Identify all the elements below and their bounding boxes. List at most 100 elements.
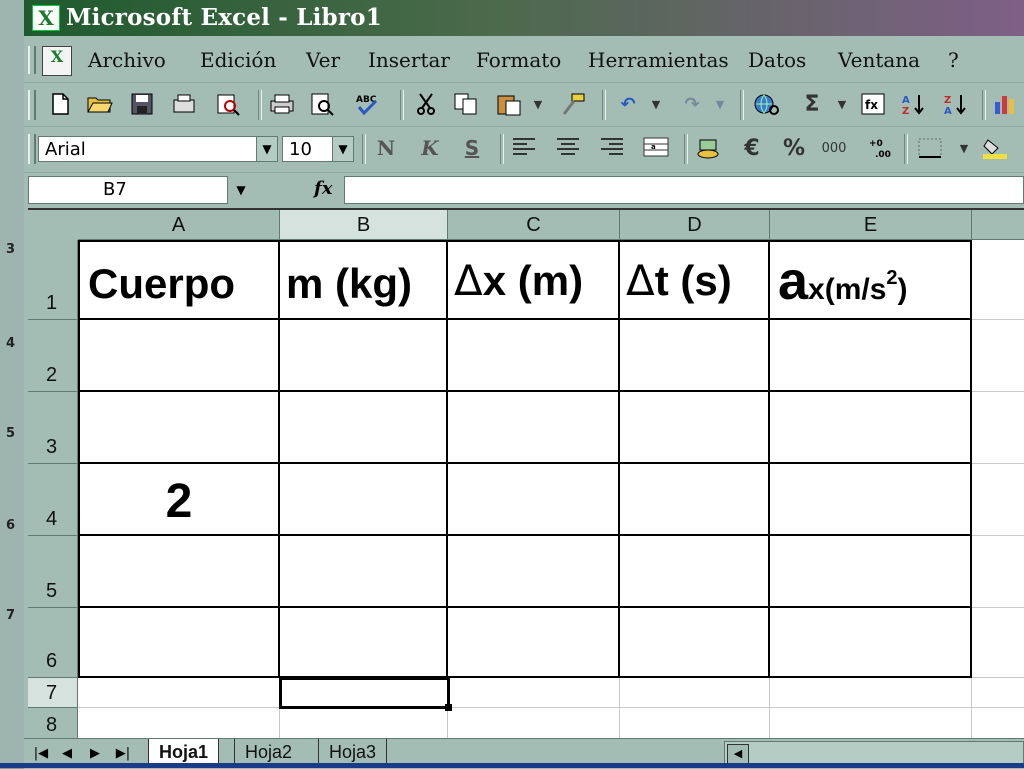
cell-A6[interactable]: [78, 608, 280, 678]
cell-A2[interactable]: [78, 320, 280, 392]
row-header-7[interactable]: 7: [28, 678, 78, 708]
cell-D1[interactable]: Δt (s): [620, 240, 770, 320]
cell-A4[interactable]: 2: [78, 464, 280, 536]
cell-B3[interactable]: [280, 392, 448, 464]
underline-button[interactable]: S: [458, 136, 486, 162]
cell-E3[interactable]: [770, 392, 972, 464]
row-header-6[interactable]: 6: [28, 608, 78, 678]
toolbar-grip[interactable]: [28, 134, 36, 164]
cell-C7[interactable]: [448, 678, 620, 708]
thousands-separator-button[interactable]: 000: [820, 136, 848, 162]
cell-F4[interactable]: [972, 464, 1024, 536]
menu-datos[interactable]: Datos: [748, 48, 806, 72]
horizontal-scrollbar[interactable]: ◀: [724, 741, 1024, 765]
search-icon[interactable]: [214, 92, 242, 118]
borders-icon[interactable]: [916, 136, 944, 162]
borders-dropdown-icon[interactable]: ▼: [950, 136, 978, 162]
font-size-combo[interactable]: 10 ▼: [282, 136, 354, 162]
cell-A1[interactable]: Cuerpo: [78, 240, 280, 320]
cell-C4[interactable]: [448, 464, 620, 536]
cell-E4[interactable]: [770, 464, 972, 536]
font-name-combo[interactable]: Arial ▼: [38, 136, 278, 162]
first-sheet-icon[interactable]: |◀: [30, 743, 52, 765]
cell-E6[interactable]: [770, 608, 972, 678]
sort-ascending-icon[interactable]: AZ: [900, 92, 928, 118]
cell-B6[interactable]: [280, 608, 448, 678]
merge-center-icon[interactable]: a: [642, 136, 670, 162]
cell-C1[interactable]: Δx (m): [448, 240, 620, 320]
row-header-5[interactable]: 5: [28, 536, 78, 608]
paste-icon[interactable]: [496, 92, 524, 118]
autosum-icon[interactable]: Σ: [798, 92, 826, 118]
chevron-down-icon[interactable]: ▼: [256, 137, 277, 161]
cell-C3[interactable]: [448, 392, 620, 464]
title-bar[interactable]: X Microsoft Excel - Libro1: [24, 0, 1024, 36]
align-center-icon[interactable]: [554, 136, 582, 162]
redo-icon[interactable]: ↷: [678, 92, 706, 118]
cell-F5[interactable]: [972, 536, 1024, 608]
cell-F7[interactable]: [972, 678, 1024, 708]
cell-C2[interactable]: [448, 320, 620, 392]
menu-help[interactable]: ?: [948, 48, 959, 72]
cell-A8[interactable]: [78, 708, 280, 740]
insert-function-icon[interactable]: fx: [860, 92, 888, 118]
cell-C6[interactable]: [448, 608, 620, 678]
column-header-a[interactable]: A: [78, 210, 280, 240]
name-box[interactable]: B7 ▼: [28, 176, 246, 204]
cell-B2[interactable]: [280, 320, 448, 392]
cell-D5[interactable]: [620, 536, 770, 608]
row-header-4[interactable]: 4: [28, 464, 78, 536]
undo-dropdown-icon[interactable]: ▼: [642, 92, 670, 118]
excel-icon[interactable]: X: [32, 5, 60, 31]
previous-sheet-icon[interactable]: ◀: [56, 743, 78, 765]
document-icon[interactable]: X: [42, 46, 72, 76]
menu-ventana[interactable]: Ventana: [838, 48, 920, 72]
cell-E7[interactable]: [770, 678, 972, 708]
chevron-down-icon[interactable]: ▼: [332, 137, 353, 161]
cell-D4[interactable]: [620, 464, 770, 536]
menu-ver[interactable]: Ver: [306, 48, 340, 72]
cell-B1[interactable]: m (kg): [280, 240, 448, 320]
tab-hoja2[interactable]: Hoja2: [234, 739, 302, 765]
scroll-left-icon[interactable]: ◀: [727, 744, 749, 764]
cell-F3[interactable]: [972, 392, 1024, 464]
open-icon[interactable]: [86, 92, 114, 118]
cell-A7[interactable]: [78, 678, 280, 708]
cell-C5[interactable]: [448, 536, 620, 608]
print-preview-icon[interactable]: [308, 92, 336, 118]
menu-formato[interactable]: Formato: [476, 48, 561, 72]
select-all-button[interactable]: [28, 210, 79, 241]
percent-icon[interactable]: %: [780, 136, 808, 162]
last-sheet-icon[interactable]: ▶|: [112, 743, 134, 765]
menu-grip[interactable]: [28, 46, 36, 74]
format-painter-icon[interactable]: [560, 92, 588, 118]
cell-F2[interactable]: [972, 320, 1024, 392]
column-header-f[interactable]: [972, 210, 1024, 240]
italic-button[interactable]: K: [416, 136, 444, 162]
cell-A5[interactable]: [78, 536, 280, 608]
column-header-c[interactable]: C: [448, 210, 620, 240]
row-header-3[interactable]: 3: [28, 392, 78, 464]
cell-E1[interactable]: ax(m/s2): [770, 240, 972, 320]
bold-button[interactable]: N: [372, 136, 400, 162]
cell-B4[interactable]: [280, 464, 448, 536]
undo-icon[interactable]: ↶: [614, 92, 642, 118]
cell-F8[interactable]: [972, 708, 1024, 740]
next-sheet-icon[interactable]: ▶: [84, 743, 106, 765]
chevron-down-icon[interactable]: ▼: [229, 177, 253, 203]
cell-F1[interactable]: [972, 240, 1024, 320]
increase-decimal-icon[interactable]: +0.00: [866, 136, 894, 162]
cell-E8[interactable]: [770, 708, 972, 740]
cell-E5[interactable]: [770, 536, 972, 608]
copy-icon[interactable]: [452, 92, 480, 118]
permission-icon[interactable]: [170, 92, 198, 118]
cell-B5[interactable]: [280, 536, 448, 608]
save-icon[interactable]: [128, 92, 156, 118]
column-header-b[interactable]: B: [280, 210, 448, 240]
formula-input[interactable]: [344, 176, 1024, 204]
sort-descending-icon[interactable]: ZA: [942, 92, 970, 118]
cell-C8[interactable]: [448, 708, 620, 740]
row-header-2[interactable]: 2: [28, 320, 78, 392]
cell-E2[interactable]: [770, 320, 972, 392]
menu-herramientas[interactable]: Herramientas: [588, 48, 729, 72]
